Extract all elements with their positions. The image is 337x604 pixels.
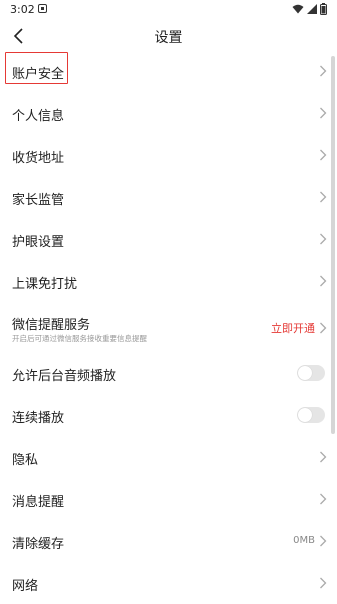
status-time: 3:02	[10, 3, 35, 16]
chevron-right-icon	[320, 275, 327, 287]
setting-eye-protection[interactable]: 护眼设置	[0, 218, 337, 260]
status-icons	[292, 3, 327, 15]
setting-label: 允许后台音频播放	[12, 369, 117, 384]
setting-account-security[interactable]: 账户安全	[0, 50, 337, 92]
chevron-right-icon	[320, 65, 327, 77]
setting-privacy[interactable]: 隐私	[0, 436, 337, 478]
setting-personal-info[interactable]: 个人信息	[0, 92, 337, 134]
chevron-right-icon	[320, 493, 327, 505]
signal-icon	[307, 4, 317, 14]
battery-icon	[320, 3, 327, 15]
cache-size: 0MB	[293, 535, 315, 546]
activate-now-link[interactable]: 立即开通	[271, 320, 315, 336]
header: 设置	[0, 22, 337, 50]
setting-label: 个人信息	[12, 109, 65, 124]
setting-wechat-reminder[interactable]: 微信提醒服务 开启后可通过微信服务接收重要信息提醒 立即开通	[0, 302, 337, 352]
notification-icon	[38, 4, 47, 13]
status-bar: 3:02	[0, 0, 337, 20]
setting-background-audio: 允许后台音频播放	[0, 352, 337, 394]
setting-label: 隐私	[12, 453, 39, 468]
chevron-right-icon	[320, 149, 327, 161]
setting-class-dnd[interactable]: 上课免打扰	[0, 260, 337, 302]
chevron-right-icon	[320, 577, 327, 589]
continuous-play-toggle[interactable]	[297, 407, 325, 423]
setting-label: 上课免打扰	[12, 277, 78, 292]
setting-clear-cache[interactable]: 清除缓存 0MB	[0, 520, 337, 562]
setting-parental-control[interactable]: 家长监管	[0, 176, 337, 218]
chevron-right-icon	[320, 107, 327, 119]
wifi-icon	[292, 4, 304, 14]
settings-list: 账户安全 个人信息 收货地址 家长监管 护眼设置 上课免打扰 微信提醒服务 开启…	[0, 50, 337, 604]
chevron-right-icon	[320, 191, 327, 203]
setting-message-reminder[interactable]: 消息提醒	[0, 478, 337, 520]
toggle-knob	[298, 366, 312, 380]
setting-label: 消息提醒	[12, 495, 65, 510]
setting-label: 家长监管	[12, 193, 65, 208]
setting-shipping-address[interactable]: 收货地址	[0, 134, 337, 176]
setting-label: 账户安全	[12, 67, 65, 82]
setting-subtitle: 开启后可通过微信服务接收重要信息提醒	[12, 334, 147, 343]
chevron-right-icon	[320, 535, 327, 547]
chevron-right-icon	[320, 233, 327, 245]
setting-label: 连续播放	[12, 411, 65, 426]
setting-label: 网络	[12, 579, 39, 594]
setting-network[interactable]: 网络	[0, 562, 337, 604]
setting-continuous-play: 连续播放	[0, 394, 337, 436]
setting-label: 收货地址	[12, 151, 65, 166]
toggle-knob	[298, 408, 312, 422]
chevron-right-icon	[320, 322, 327, 334]
page-title: 设置	[154, 30, 183, 46]
setting-label: 微信提醒服务	[12, 318, 91, 333]
chevron-right-icon	[320, 451, 327, 463]
scrollbar[interactable]	[331, 56, 335, 434]
setting-label: 清除缓存	[12, 537, 65, 552]
setting-label: 护眼设置	[12, 235, 65, 250]
background-audio-toggle[interactable]	[297, 365, 325, 381]
